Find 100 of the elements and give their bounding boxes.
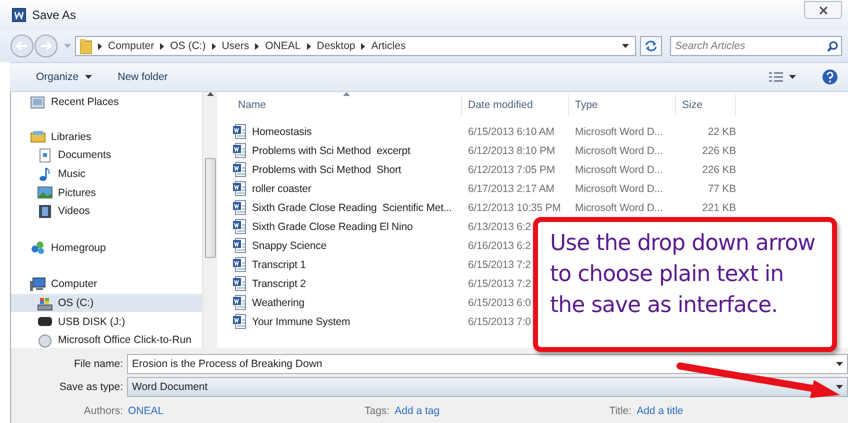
breadcrumb-link[interactable]: ONEAL xyxy=(265,40,301,52)
dropdown-caret-icon xyxy=(622,44,629,48)
caret-icon xyxy=(789,75,796,79)
computer-icon xyxy=(30,276,46,292)
word-document-icon xyxy=(233,124,246,139)
file-name[interactable]: Sixth Grade Close Reading Scientific Met... xyxy=(252,202,452,214)
column-header[interactable]: Date modified xyxy=(462,94,569,116)
file-name[interactable]: Sixth Grade Close Reading El Nino xyxy=(252,220,413,232)
word-document-icon xyxy=(233,200,246,215)
word-document-icon xyxy=(233,219,246,234)
navigation-item[interactable]: Microsoft Office Click-to-Run xyxy=(11,330,202,348)
search-field[interactable]: Search Articles xyxy=(670,36,842,56)
file-name[interactable]: Transcript 1 xyxy=(252,258,306,270)
view-options-button[interactable] xyxy=(769,70,796,84)
navigation-item[interactable]: Documents xyxy=(11,146,202,165)
size-cell-text: 77 KB xyxy=(706,182,736,194)
date-cell-text: 6/15/2013 6:10 AM xyxy=(467,126,556,138)
navigation-item[interactable]: Homegroup xyxy=(11,238,202,258)
word-document-icon xyxy=(233,181,246,196)
navigation-item[interactable]: OS (C:) xyxy=(11,294,202,312)
scrollbar-thumb[interactable] xyxy=(204,158,216,258)
word-document-icon xyxy=(233,143,246,158)
property-link[interactable]: Add a tag xyxy=(390,405,440,417)
breadcrumb-arrow-icon xyxy=(160,42,164,50)
file-name[interactable]: Weathering xyxy=(252,296,305,308)
date-cell-text: 6/12/2013 7:05 PM xyxy=(467,164,556,176)
breadcrumb-link[interactable]: Computer xyxy=(108,40,154,52)
file-name[interactable]: Snappy Science xyxy=(252,240,326,252)
address-bar[interactable]: Computer OS (C:) Users ONEAL Desktop Articles xyxy=(75,36,636,56)
column-header[interactable]: Size xyxy=(676,94,736,116)
date-cell-text: 6/15/2013 7:2 xyxy=(467,258,532,270)
word-document-icon xyxy=(233,238,246,253)
file-name[interactable]: Problems with Sci Method Short xyxy=(252,164,402,176)
property-label: Authors: xyxy=(82,405,123,417)
navigation-item[interactable]: Pictures xyxy=(11,183,202,202)
navigation-item[interactable]: Computer xyxy=(11,275,202,294)
date-cell-text: 6/12/2013 10:35 PM xyxy=(467,202,562,214)
field-label: File name: xyxy=(72,358,124,370)
breadcrumb-link[interactable]: Desktop xyxy=(316,40,356,52)
word-document-icon xyxy=(233,162,246,177)
organize-menu-button[interactable]: Organize xyxy=(36,69,92,85)
word-document-icon xyxy=(233,314,246,329)
drive-icon xyxy=(37,296,53,311)
breadcrumb-arrow-icon xyxy=(361,42,366,50)
navigation-item[interactable]: Music xyxy=(11,164,202,184)
folder-icon xyxy=(80,38,92,54)
date-cell-text: 6/15/2013 7:0 xyxy=(467,316,532,328)
new-folder-button[interactable]: New folder xyxy=(118,69,168,85)
type-cell-text: Microsoft Word D... xyxy=(574,144,664,156)
recent-icon xyxy=(30,94,46,110)
dropdown-caret-icon xyxy=(836,385,843,389)
help-icon[interactable] xyxy=(822,69,838,85)
breadcrumb-arrow-icon xyxy=(98,42,102,50)
sort-arrow-icon xyxy=(343,92,350,96)
close-button[interactable] xyxy=(804,1,842,19)
navigation-item[interactable]: Libraries xyxy=(11,128,202,146)
size-cell-text: 226 KB xyxy=(701,144,736,156)
word-app-icon xyxy=(12,8,26,22)
word-document-icon xyxy=(233,276,246,291)
refresh-icon xyxy=(644,40,658,52)
videos-icon xyxy=(37,204,53,219)
breadcrumb-link[interactable]: Users xyxy=(222,40,250,52)
breadcrumb-arrow-icon xyxy=(306,42,311,50)
refresh-button[interactable] xyxy=(640,36,662,56)
pictures-icon xyxy=(37,185,53,200)
file-name[interactable]: Transcript 2 xyxy=(252,278,306,290)
file-name[interactable]: Problems with Sci Method excerpt xyxy=(252,144,410,156)
property-link[interactable]: Add a title xyxy=(632,405,684,417)
column-header[interactable]: Type xyxy=(569,94,676,116)
library-icon xyxy=(30,129,46,144)
type-cell-text: Microsoft Word D... xyxy=(574,164,664,176)
dropdown-caret-icon xyxy=(836,362,843,366)
file-name[interactable]: Your Immune System xyxy=(252,316,350,328)
property-label: Tags: xyxy=(364,405,390,417)
breadcrumb-link[interactable]: OS (C:) xyxy=(170,40,206,52)
navigation-item[interactable]: Recent Places xyxy=(11,93,202,112)
file-name[interactable]: Homeostasis xyxy=(252,126,312,138)
date-cell-text: 6/13/2013 6:2 xyxy=(467,220,532,232)
word-document-icon xyxy=(233,257,246,272)
property-label: Title: xyxy=(608,405,632,417)
size-cell-text: 22 KB xyxy=(706,126,736,138)
app-icon xyxy=(37,332,53,348)
close-icon xyxy=(818,6,828,14)
scrollbar[interactable] xyxy=(202,92,217,348)
breadcrumb-link[interactable]: Articles xyxy=(371,40,406,52)
save-type-dropdown[interactable]: Word Document xyxy=(127,377,848,397)
file-name[interactable]: roller coaster xyxy=(252,182,312,194)
navigation-item[interactable]: USB DISK (J:) xyxy=(11,312,202,331)
size-cell-text: 221 KB xyxy=(701,202,736,214)
file-name-field[interactable]: Erosion is the Process of Breaking Down xyxy=(127,354,848,374)
window-title: Save As xyxy=(32,8,76,22)
word-document-icon xyxy=(233,295,246,310)
property-link[interactable]: ONEAL xyxy=(123,405,164,417)
caret-icon xyxy=(84,75,92,79)
navigation-item[interactable]: Videos xyxy=(11,202,202,221)
search-icon xyxy=(827,41,838,52)
date-cell-text: 6/17/2013 2:17 AM xyxy=(467,182,556,194)
type-cell-text: Microsoft Word D... xyxy=(574,202,664,214)
type-cell-text: Microsoft Word D... xyxy=(574,182,664,194)
details-view-icon xyxy=(769,72,783,82)
